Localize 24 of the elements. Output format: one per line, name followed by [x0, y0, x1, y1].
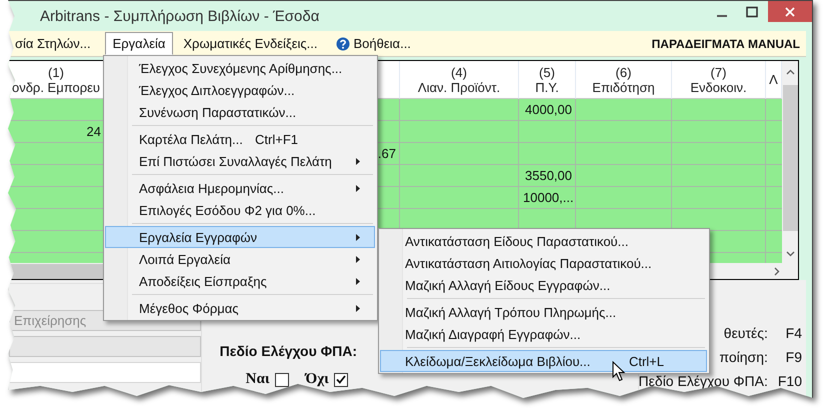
shortcut-key: F10: [778, 373, 802, 389]
table-cell: 10000,...: [523, 190, 574, 205]
column-header: (4) Λιαν. Προϊόντ.: [400, 61, 519, 99]
column-header: (6) Επιδότηση: [576, 61, 672, 99]
column-header: (5) Π.Υ.: [519, 61, 576, 99]
company-label: ΠΑΡΑΔΕΙΓΜΑΤΑ MANUAL: [652, 36, 800, 50]
column-header: Λ: [766, 61, 782, 99]
table-cell: 24: [86, 124, 101, 139]
shortcut-label: Πεδίο Ελέγχου ΦΠΑ:: [638, 373, 768, 389]
vat-check-label: Πεδίο Ελέγχου ΦΠΑ:: [220, 343, 358, 359]
shortcut-key: F9: [786, 349, 802, 365]
column-header: (1) ονδρ. Εμπορευ: [8, 61, 105, 99]
column-header: (7) Ενδοκοιν.: [672, 61, 766, 99]
shortcut-text: Ctrl+F1: [255, 132, 298, 146]
table-cell: 4000,00: [525, 102, 572, 117]
window-title: Arbitrans - Συμπλήρωση Βιβλίων - Έσοδα: [40, 8, 320, 24]
shortcut-label: θευτές:: [724, 325, 768, 341]
shortcut-text: Ctrl+L: [628, 354, 664, 368]
shortcut-key: F4: [786, 325, 802, 341]
option-label: Ναι: [246, 371, 270, 388]
option-label: Όχι: [306, 371, 329, 388]
shortcut-label: ποίηση:: [719, 349, 768, 365]
table-cell: 3550,00: [525, 168, 572, 183]
table-cell: .67: [378, 146, 396, 161]
